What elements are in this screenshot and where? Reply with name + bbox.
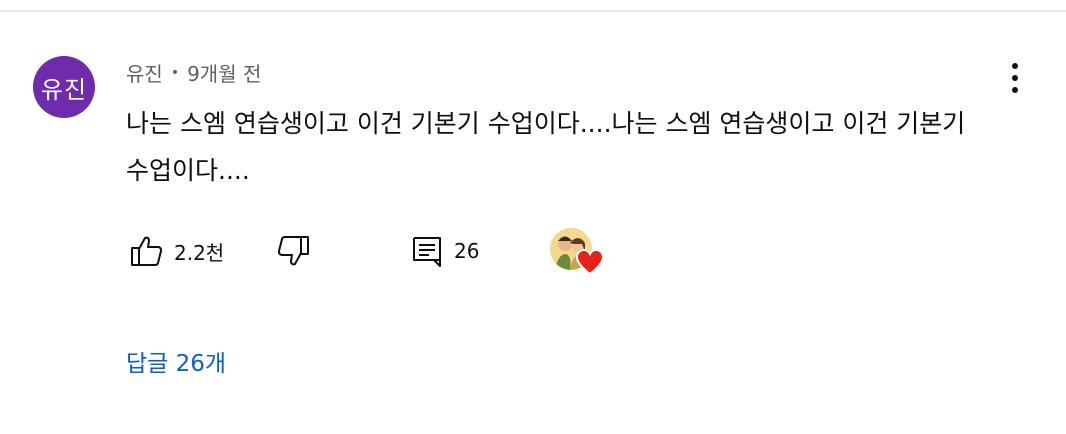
comment-icon [413,237,441,267]
vertical-ellipsis-dot [1012,87,1018,93]
timestamp[interactable]: 9개월 전 [187,58,261,87]
comment-thread: 유진 유진 • 9개월 전 나는 스엠 연습생이고 이건 기본기 수업이다...… [0,0,1066,434]
avatar[interactable]: 유진 [33,56,95,118]
thumbs-down-icon [277,236,309,266]
like-count: 2.2천 [174,240,225,265]
thumbs-up-icon [131,236,163,266]
view-replies-link[interactable]: 답글 26개 [126,344,226,378]
avatar-text: 유진 [40,75,88,104]
vertical-ellipsis-dot [1012,75,1018,81]
like-button[interactable]: 2.2천 [130,228,224,274]
more-options-button[interactable] [1000,58,1030,98]
meta-separator: • [170,64,180,81]
comment-body: 나는 스엠 연습생이고 이건 기본기 수업이다....나는 스엠 연습생이고 이… [126,109,966,185]
author-name[interactable]: 유진 [126,58,163,87]
creator-heart-badge[interactable] [550,228,606,278]
reply-count: 26 [454,239,480,263]
comment-header: 유진 • 9개월 전 [126,58,261,87]
dislike-button[interactable] [276,228,310,274]
vertical-ellipsis-icon [1012,63,1018,69]
comment-actions: 2.2천 26 [126,228,626,276]
heart-icon [576,248,604,276]
reply-button[interactable]: 26 [410,228,479,274]
